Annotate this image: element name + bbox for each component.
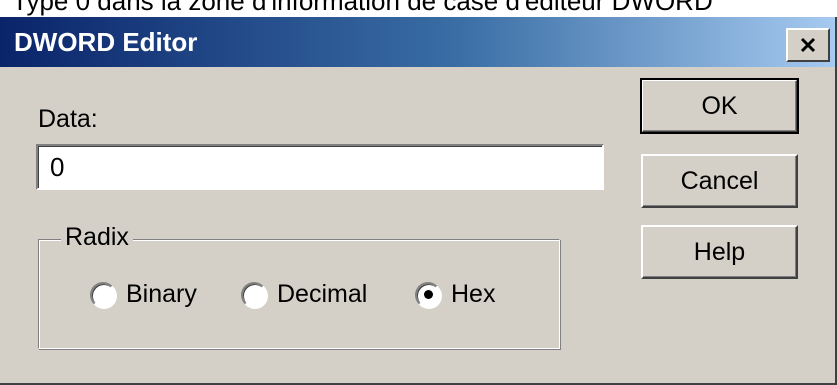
help-button[interactable]: Help: [641, 225, 798, 279]
radio-hex-label: Hex: [451, 280, 496, 308]
close-button[interactable]: [786, 28, 830, 62]
radio-decimal-label: Decimal: [277, 280, 368, 308]
title-bar[interactable]: DWORD Editor: [0, 17, 835, 67]
radio-decimal-circle[interactable]: [241, 281, 267, 308]
radio-selected-dot: [423, 290, 433, 299]
window-title: DWORD Editor: [14, 27, 198, 57]
radio-binary[interactable]: Binary: [90, 280, 197, 309]
radio-hex-circle[interactable]: [415, 281, 441, 308]
radio-decimal[interactable]: Decimal: [241, 280, 367, 309]
ok-button[interactable]: OK: [640, 78, 799, 134]
caption-strip: Type 0 dans la zone d'information de cas…: [0, 0, 837, 17]
cancel-button[interactable]: Cancel: [641, 154, 798, 208]
dword-editor-dialog: DWORD Editor Data: Radix Binary Decimal …: [0, 17, 837, 385]
caption-text: Type 0 dans la zone d'information de cas…: [12, 0, 713, 16]
radio-binary-label: Binary: [126, 280, 197, 308]
radix-legend: Radix: [61, 223, 133, 252]
close-icon: [800, 37, 816, 53]
radio-hex[interactable]: Hex: [415, 280, 495, 309]
data-input[interactable]: [36, 144, 604, 190]
data-label: Data:: [38, 105, 98, 133]
radix-groupbox: Radix Binary Decimal Hex: [38, 223, 560, 349]
radio-binary-circle[interactable]: [90, 281, 116, 308]
